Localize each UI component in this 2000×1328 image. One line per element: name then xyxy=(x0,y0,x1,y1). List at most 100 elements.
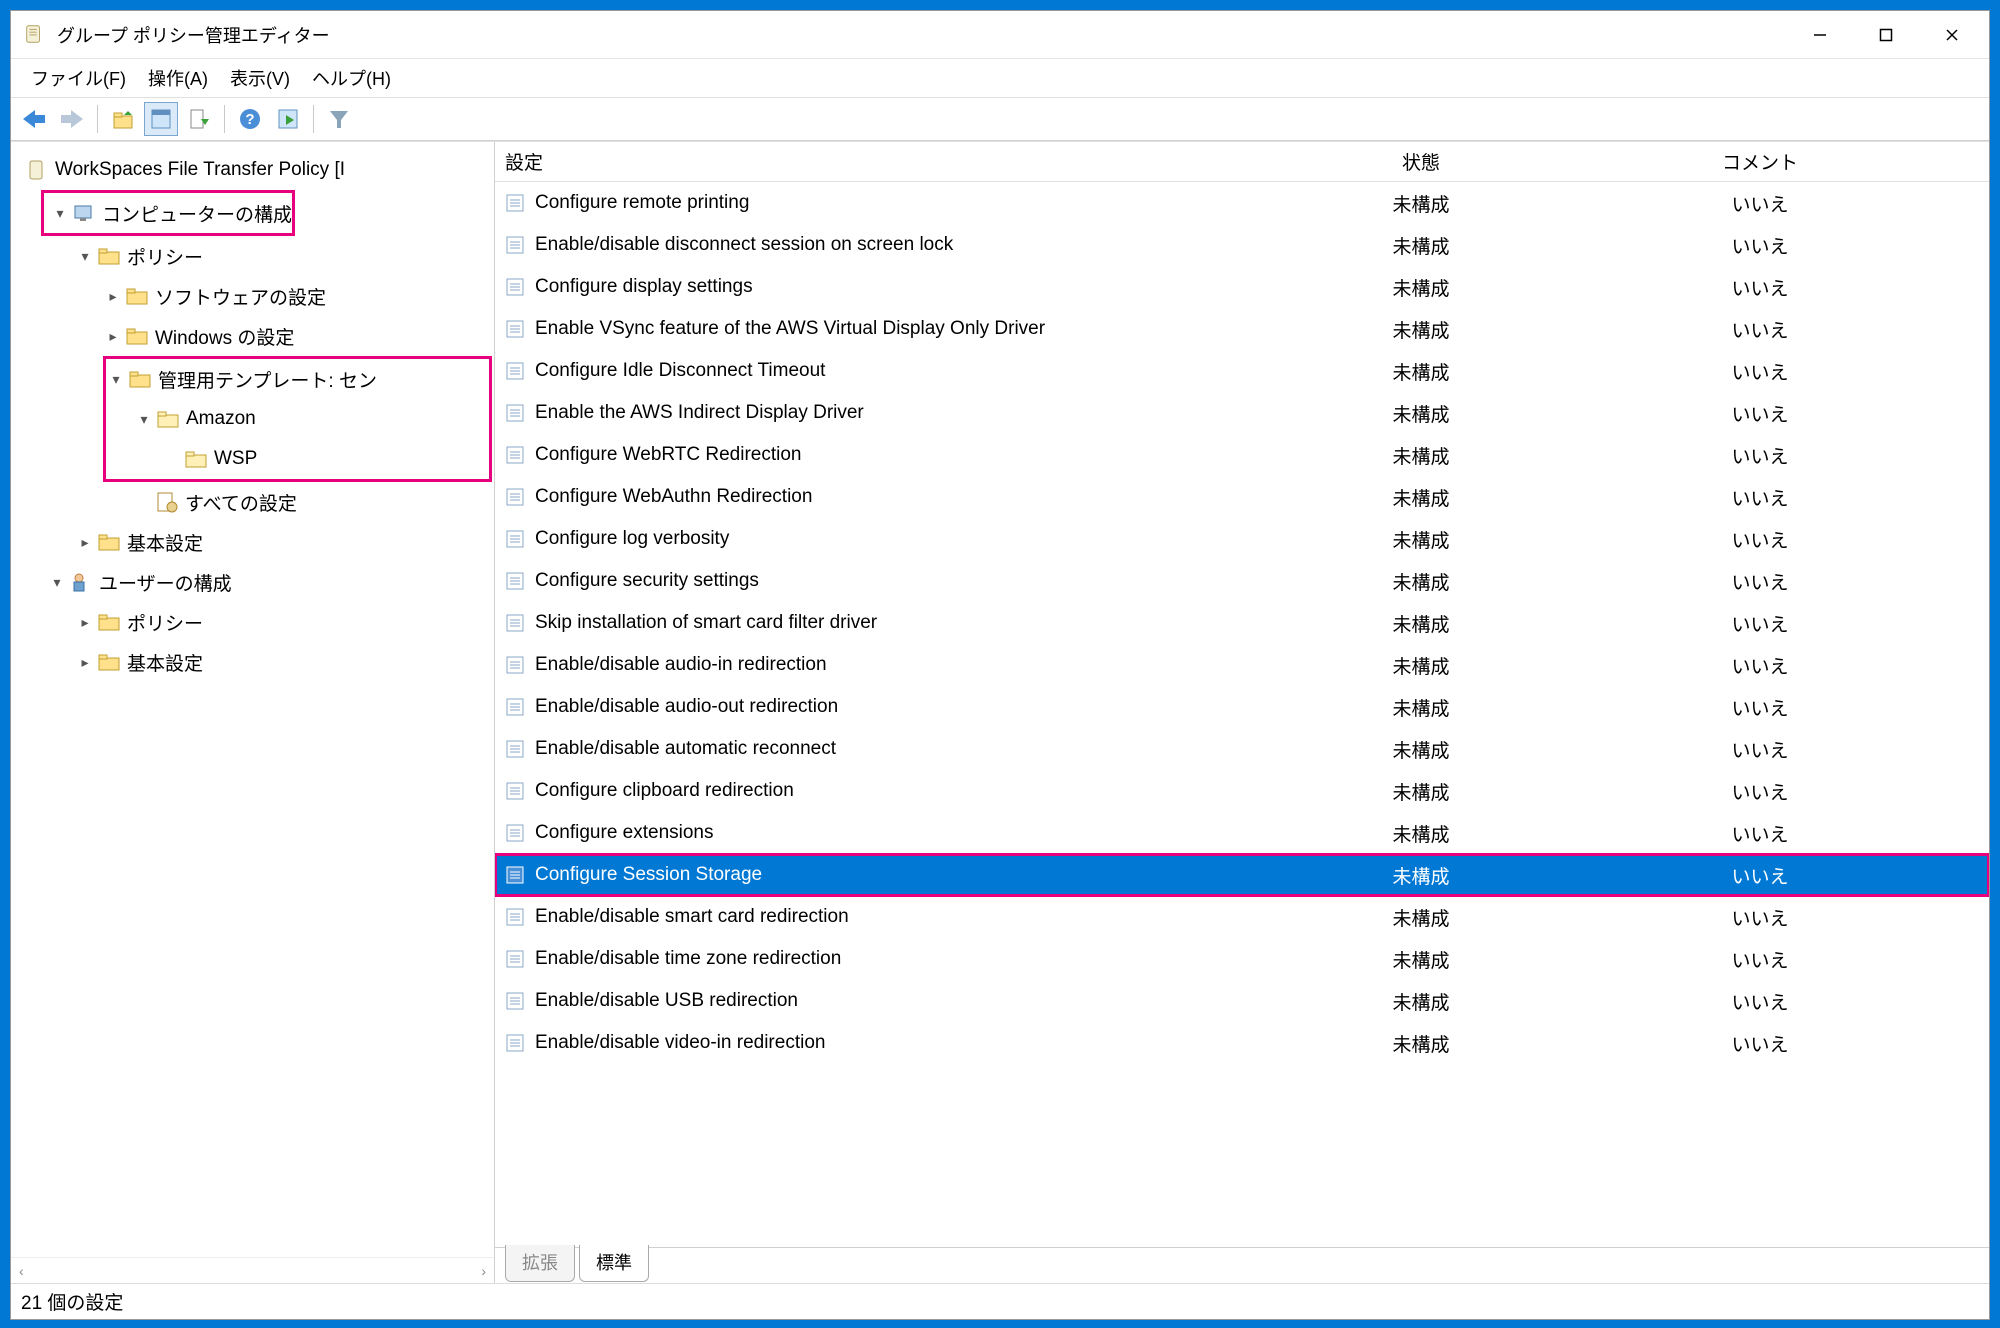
filter-button[interactable] xyxy=(322,102,356,136)
menu-help[interactable]: ヘルプ(H) xyxy=(304,63,405,93)
computer-icon xyxy=(72,201,96,225)
maximize-button[interactable] xyxy=(1853,13,1919,57)
policy-icon xyxy=(503,863,527,887)
tree-label: ユーザーの構成 xyxy=(99,569,232,596)
setting-name: Configure extensions xyxy=(535,822,714,844)
scroll-right-icon[interactable]: › xyxy=(481,1263,486,1279)
menu-action[interactable]: 操作(A) xyxy=(140,63,222,93)
setting-state: 未構成 xyxy=(1311,1030,1531,1057)
setting-name: Enable/disable time zone redirection xyxy=(535,948,841,970)
chevron-right-icon: ▸ xyxy=(75,614,95,631)
setting-comment: いいえ xyxy=(1531,568,1989,595)
folder-icon xyxy=(125,284,149,308)
list-row[interactable]: Enable VSync feature of the AWS Virtual … xyxy=(495,308,1989,350)
tree-amazon[interactable]: ▾ Amazon xyxy=(106,399,489,439)
titlebar: グループ ポリシー管理エディター xyxy=(11,11,1989,59)
tree-all-settings[interactable]: すべての設定 xyxy=(11,482,494,522)
back-button[interactable] xyxy=(17,102,51,136)
setting-name: Configure clipboard redirection xyxy=(535,780,794,802)
setting-comment: いいえ xyxy=(1531,190,1989,217)
list-row[interactable]: Configure log verbosity未構成いいえ xyxy=(495,518,1989,560)
list-row[interactable]: Configure security settings未構成いいえ xyxy=(495,560,1989,602)
scroll-left-icon[interactable]: ‹ xyxy=(19,1263,24,1279)
list-row[interactable]: Enable/disable audio-in redirection未構成いい… xyxy=(495,644,1989,686)
tree-software-settings[interactable]: ▸ ソフトウェアの設定 xyxy=(11,276,494,316)
setting-state: 未構成 xyxy=(1311,862,1531,889)
list-body: Configure remote printing未構成いいえEnable/di… xyxy=(495,182,1989,1247)
policy-icon xyxy=(503,947,527,971)
setting-name: Enable the AWS Indirect Display Driver xyxy=(535,402,864,424)
column-header-setting[interactable]: 設定 xyxy=(495,148,1311,175)
list-row[interactable]: Enable/disable audio-out redirection未構成い… xyxy=(495,686,1989,728)
list-row[interactable]: Enable/disable USB redirection未構成いいえ xyxy=(495,980,1989,1022)
list-row[interactable]: Configure WebAuthn Redirection未構成いいえ xyxy=(495,476,1989,518)
list-row[interactable]: Configure display settings未構成いいえ xyxy=(495,266,1989,308)
list-row[interactable]: Enable/disable smart card redirection未構成… xyxy=(495,896,1989,938)
tree-user-preferences[interactable]: ▸ 基本設定 xyxy=(11,642,494,682)
policy-icon xyxy=(503,653,527,677)
svg-text:?: ? xyxy=(245,111,254,128)
setting-comment: いいえ xyxy=(1531,652,1989,679)
folder-open-icon xyxy=(184,447,208,471)
tree-root[interactable]: WorkSpaces File Transfer Policy [I xyxy=(11,150,494,190)
list-row[interactable]: Enable/disable video-in redirection未構成いい… xyxy=(495,1022,1989,1064)
tree-label: ポリシー xyxy=(127,243,203,270)
help-button[interactable]: ? xyxy=(233,102,267,136)
minimize-button[interactable] xyxy=(1787,13,1853,57)
column-header-comment[interactable]: コメント xyxy=(1531,148,1989,175)
tree-policies[interactable]: ▾ ポリシー xyxy=(11,236,494,276)
setting-comment: いいえ xyxy=(1531,232,1989,259)
tree-user-policies[interactable]: ▸ ポリシー xyxy=(11,602,494,642)
menu-file[interactable]: ファイル(F) xyxy=(23,63,140,93)
window-frame: グループ ポリシー管理エディター ファイル(F) 操作(A) 表示(V) ヘルプ… xyxy=(10,10,1990,1320)
tree-windows-settings[interactable]: ▸ Windows の設定 xyxy=(11,316,494,356)
app-icon xyxy=(23,23,47,47)
tab-extended[interactable]: 拡張 xyxy=(505,1245,575,1282)
list-row[interactable]: Skip installation of smart card filter d… xyxy=(495,602,1989,644)
column-header-state[interactable]: 状態 xyxy=(1311,148,1531,175)
list-row[interactable]: Configure Session Storage 未構成いいえ xyxy=(495,854,1989,896)
policy-icon xyxy=(503,989,527,1013)
setting-comment: いいえ xyxy=(1531,358,1989,385)
policy-icon xyxy=(503,821,527,845)
menu-view[interactable]: 表示(V) xyxy=(222,63,304,93)
list-row[interactable]: Configure extensions未構成いいえ xyxy=(495,812,1989,854)
properties-button[interactable] xyxy=(144,102,178,136)
list-row[interactable]: Configure WebRTC Redirection未構成いいえ xyxy=(495,434,1989,476)
tree-admin-templates[interactable]: ▾ 管理用テンプレート: セン xyxy=(106,359,489,399)
close-button[interactable] xyxy=(1919,13,1985,57)
list-row[interactable]: Enable/disable automatic reconnect未構成いいえ xyxy=(495,728,1989,770)
tabs: 拡張 標準 xyxy=(495,1247,1989,1283)
export-button[interactable] xyxy=(182,102,216,136)
setting-name: Configure Session Storage xyxy=(535,864,762,886)
setting-name: Configure remote printing xyxy=(535,192,749,214)
tree-label: すべての設定 xyxy=(185,489,297,516)
tree-preferences[interactable]: ▸ 基本設定 xyxy=(11,522,494,562)
tab-standard[interactable]: 標準 xyxy=(579,1245,649,1282)
forward-button[interactable] xyxy=(55,102,89,136)
setting-name: Configure WebRTC Redirection xyxy=(535,444,801,466)
tree-horizontal-scrollbar[interactable]: ‹ › xyxy=(11,1257,494,1283)
list-row[interactable]: Enable/disable time zone redirection未構成い… xyxy=(495,938,1989,980)
setting-comment: いいえ xyxy=(1531,862,1989,889)
setting-state: 未構成 xyxy=(1311,190,1531,217)
list-row[interactable]: Configure Idle Disconnect Timeout未構成いいえ xyxy=(495,350,1989,392)
list-row[interactable]: Enable/disable disconnect session on scr… xyxy=(495,224,1989,266)
list-row[interactable]: Configure clipboard redirection未構成いいえ xyxy=(495,770,1989,812)
menubar: ファイル(F) 操作(A) 表示(V) ヘルプ(H) xyxy=(11,59,1989,97)
setting-comment: いいえ xyxy=(1531,736,1989,763)
tree-label: コンピューターの構成 xyxy=(102,200,292,227)
refresh-button[interactable] xyxy=(271,102,305,136)
setting-state: 未構成 xyxy=(1311,400,1531,427)
tree-computer-config[interactable]: ▾ コンピューターの構成 xyxy=(44,193,292,233)
tree-user-config[interactable]: ▾ ユーザーの構成 xyxy=(11,562,494,602)
setting-state: 未構成 xyxy=(1311,568,1531,595)
list-row[interactable]: Enable the AWS Indirect Display Driver 未構… xyxy=(495,392,1989,434)
setting-comment: いいえ xyxy=(1531,820,1989,847)
chevron-right-icon: ▸ xyxy=(75,534,95,551)
tree-label: 基本設定 xyxy=(127,529,203,556)
tree-wsp[interactable]: WSP xyxy=(106,439,489,479)
list-row[interactable]: Configure remote printing 未構成いいえ xyxy=(495,182,1989,224)
up-button[interactable] xyxy=(106,102,140,136)
chevron-right-icon: ▸ xyxy=(103,328,123,345)
